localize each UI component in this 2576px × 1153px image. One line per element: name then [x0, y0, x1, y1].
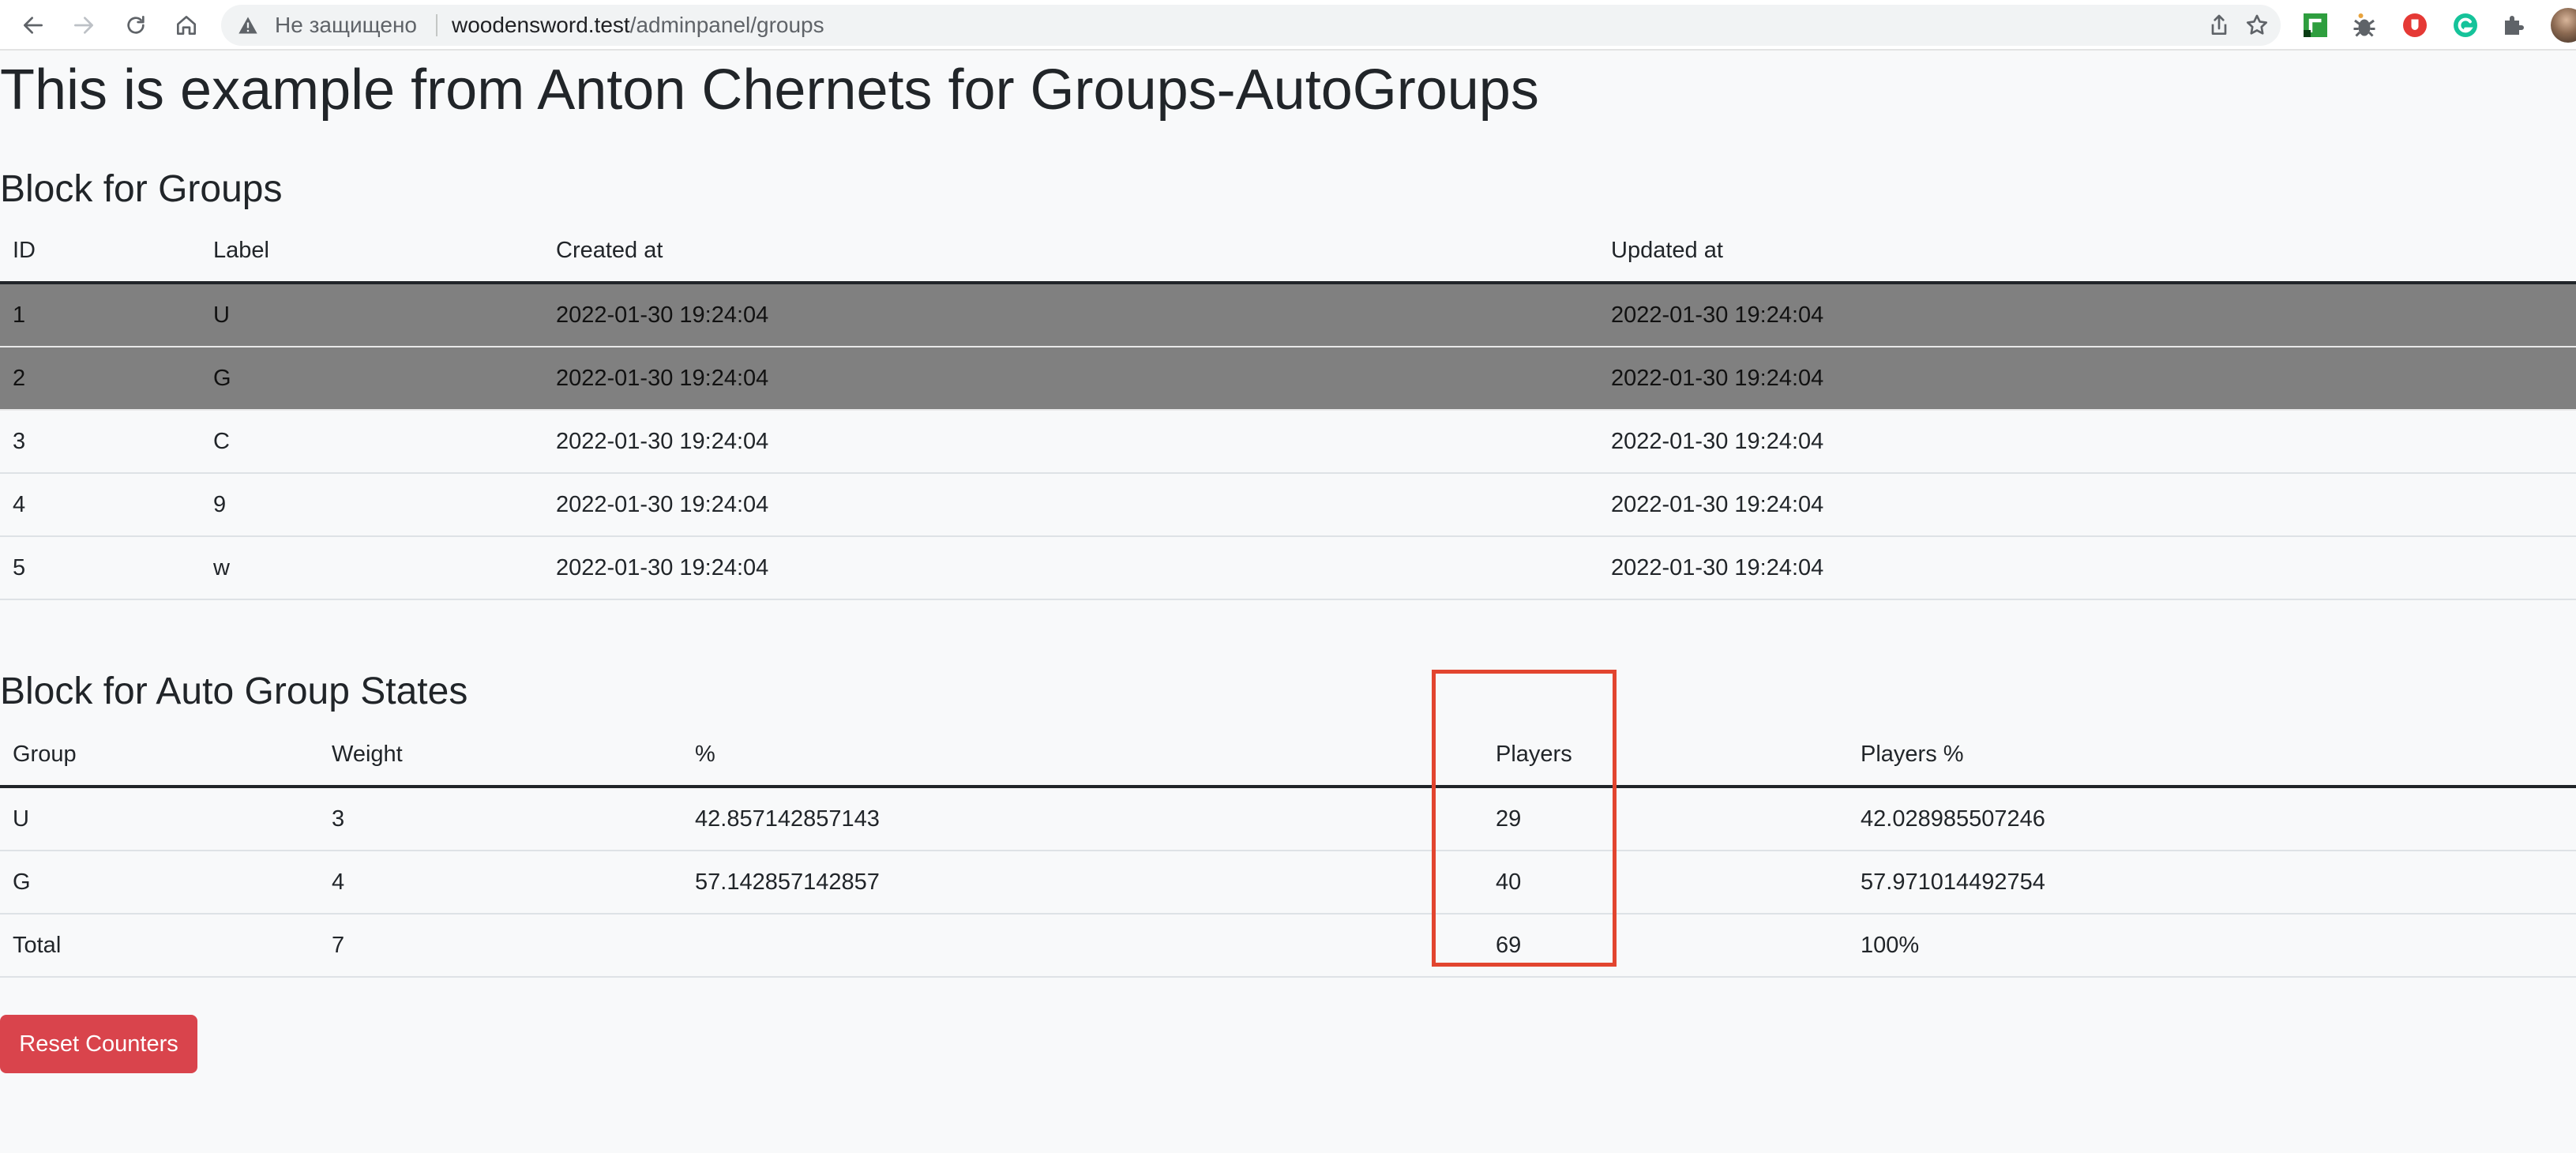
cell-label: C	[201, 410, 543, 474]
page-title: This is example from Anton Chernets for …	[0, 58, 1539, 122]
cell-percent: 57.142857142857	[682, 851, 1483, 915]
auto-groups-section-title: Block for Auto Group States	[0, 670, 468, 712]
cell-weight: 7	[319, 914, 682, 978]
column-header: Players %	[1848, 723, 2576, 788]
cell-label: U	[201, 283, 543, 347]
extensions-puzzle-icon[interactable]	[2500, 11, 2529, 39]
cell-updated: 2022-01-30 19:24:04	[1598, 473, 2576, 537]
cell-updated: 2022-01-30 19:24:04	[1598, 283, 2576, 347]
browser-toolbar: Не защищено woodensword.test/adminpanel/…	[0, 0, 2576, 51]
cell-players-percent: 57.971014492754	[1848, 851, 2576, 915]
bookmark-star-icon[interactable]	[2244, 13, 2270, 38]
profile-avatar[interactable]	[2551, 8, 2576, 43]
cell-updated: 2022-01-30 19:24:04	[1598, 536, 2576, 600]
grammarly-icon[interactable]	[2451, 11, 2480, 39]
cell-weight: 3	[319, 787, 682, 851]
warning-icon[interactable]	[237, 14, 259, 36]
cell-weight: 4	[319, 851, 682, 915]
groups-section-title: Block for Groups	[0, 168, 283, 210]
cell-group: U	[0, 787, 319, 851]
reset-counters-button[interactable]: Reset Counters	[0, 1015, 197, 1073]
cell-updated: 2022-01-30 19:24:04	[1598, 410, 2576, 474]
table-header-row: ID Label Created at Updated at	[0, 220, 2576, 284]
page-content: This is example from Anton Chernets for …	[0, 51, 2576, 1153]
table-row: G 4 57.142857142857 40 57.971014492754	[0, 851, 2576, 915]
table-header-row: Group Weight % Players Players %	[0, 723, 2576, 788]
table-row: 3 C 2022-01-30 19:24:04 2022-01-30 19:24…	[0, 410, 2576, 474]
cell-created: 2022-01-30 19:24:04	[543, 283, 1598, 347]
table-row: 2 G 2022-01-30 19:24:04 2022-01-30 19:24…	[0, 347, 2576, 411]
table-row-total: Total 7 69 100%	[0, 914, 2576, 978]
extension-red-shield-icon[interactable]	[2401, 11, 2429, 39]
share-icon[interactable]	[2206, 13, 2232, 38]
column-header: Label	[201, 220, 543, 284]
cell-label: G	[201, 347, 543, 411]
url-host: woodensword.test	[452, 13, 630, 37]
table-row: 4 9 2022-01-30 19:24:04 2022-01-30 19:24…	[0, 473, 2576, 537]
table-row: 5 w 2022-01-30 19:24:04 2022-01-30 19:24…	[0, 536, 2576, 600]
cell-players: 69	[1483, 914, 1848, 978]
table-row: U 3 42.857142857143 29 42.028985507246	[0, 787, 2576, 851]
cell-players: 40	[1483, 851, 1848, 915]
cell-label: 9	[201, 473, 543, 537]
column-header: Group	[0, 723, 319, 788]
column-header: %	[682, 723, 1483, 788]
cell-group: G	[0, 851, 319, 915]
table-row: 1 U 2022-01-30 19:24:04 2022-01-30 19:24…	[0, 283, 2576, 347]
cell-id: 3	[0, 410, 201, 474]
back-icon[interactable]	[16, 8, 51, 43]
security-label[interactable]: Не защищено	[275, 5, 417, 46]
cell-created: 2022-01-30 19:24:04	[543, 410, 1598, 474]
home-icon[interactable]	[169, 8, 204, 43]
address-bar[interactable]: Не защищено woodensword.test/adminpanel/…	[221, 5, 2281, 46]
column-header: Weight	[319, 723, 682, 788]
cell-players-percent: 100%	[1848, 914, 2576, 978]
cell-players: 29	[1483, 787, 1848, 851]
cell-players-percent: 42.028985507246	[1848, 787, 2576, 851]
column-header: Updated at	[1598, 220, 2576, 284]
column-header: Players	[1483, 723, 1848, 788]
cell-id: 1	[0, 283, 201, 347]
cell-id: 5	[0, 536, 201, 600]
reload-icon[interactable]	[118, 8, 153, 43]
column-header: ID	[0, 220, 201, 284]
cell-percent	[682, 914, 1483, 978]
extension-bug-icon[interactable]	[2350, 11, 2379, 39]
url-path: /adminpanel/groups	[629, 13, 824, 37]
cell-percent: 42.857142857143	[682, 787, 1483, 851]
url-text[interactable]: woodensword.test/adminpanel/groups	[452, 5, 824, 46]
cell-group: Total	[0, 914, 319, 978]
cell-updated: 2022-01-30 19:24:04	[1598, 347, 2576, 411]
forward-icon[interactable]	[66, 8, 101, 43]
extension-green-square-icon[interactable]	[2301, 11, 2330, 39]
cell-created: 2022-01-30 19:24:04	[543, 536, 1598, 600]
cell-id: 4	[0, 473, 201, 537]
cell-id: 2	[0, 347, 201, 411]
cell-created: 2022-01-30 19:24:04	[543, 347, 1598, 411]
auto-group-states-table: Group Weight % Players Players % U 3 42.…	[0, 723, 2576, 978]
omnibox-divider	[436, 14, 437, 36]
cell-created: 2022-01-30 19:24:04	[543, 473, 1598, 537]
groups-table: ID Label Created at Updated at 1 U 2022-…	[0, 220, 2576, 600]
column-header: Created at	[543, 220, 1598, 284]
cell-label: w	[201, 536, 543, 600]
